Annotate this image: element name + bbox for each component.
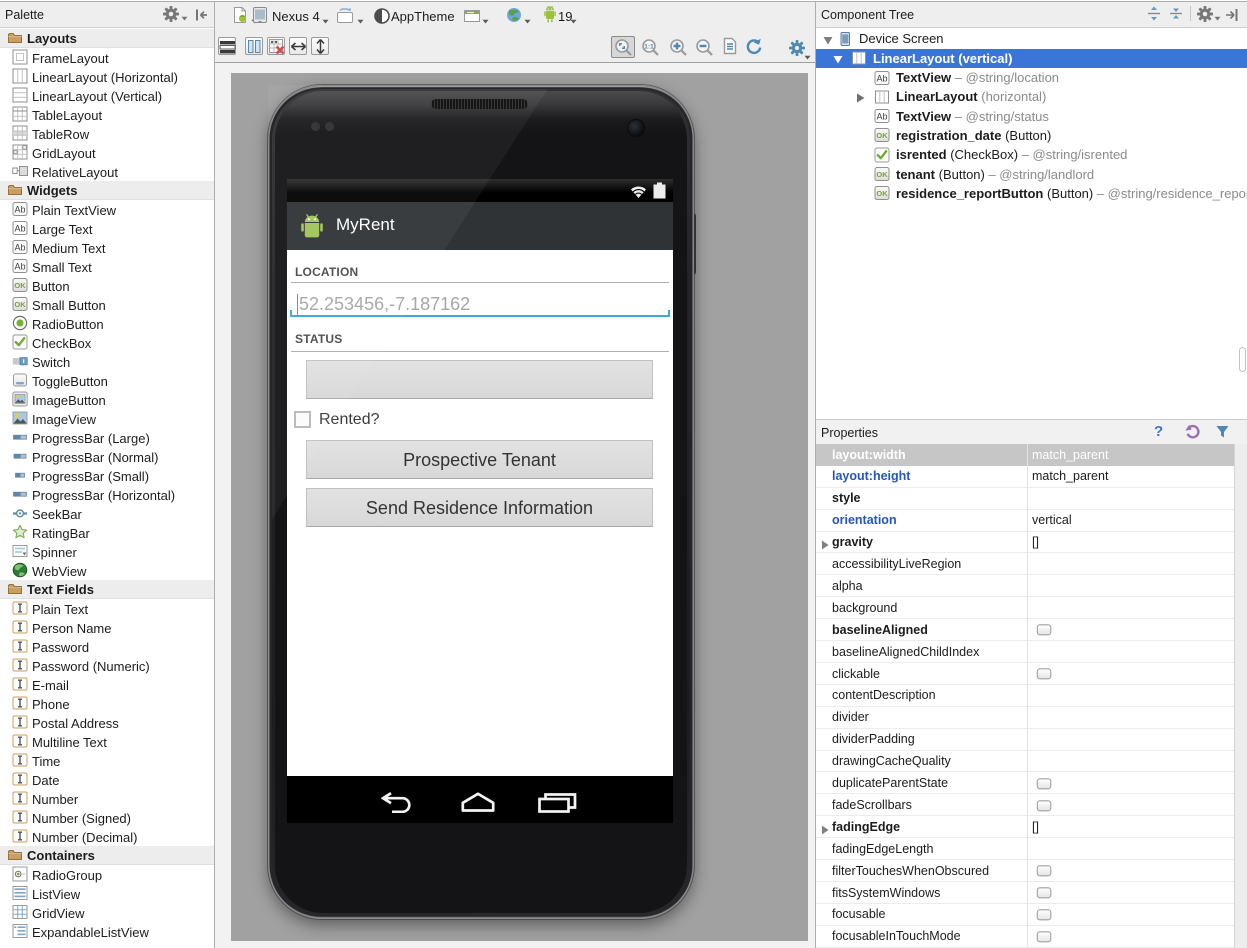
svg-text:1:1: 1:1 <box>644 44 654 51</box>
svg-text:Ab: Ab <box>876 73 887 83</box>
svg-text:Ab: Ab <box>14 205 25 215</box>
svg-text:OK: OK <box>14 300 26 309</box>
svg-text:Ab: Ab <box>14 262 25 272</box>
svg-text:Ab: Ab <box>876 112 887 122</box>
svg-text:Ab: Ab <box>14 243 25 253</box>
svg-text:OK: OK <box>876 131 888 140</box>
svg-text:OK: OK <box>876 170 888 179</box>
svg-text:Ab: Ab <box>14 224 25 234</box>
svg-text:OK: OK <box>876 189 888 198</box>
svg-text:OK: OK <box>14 281 26 290</box>
